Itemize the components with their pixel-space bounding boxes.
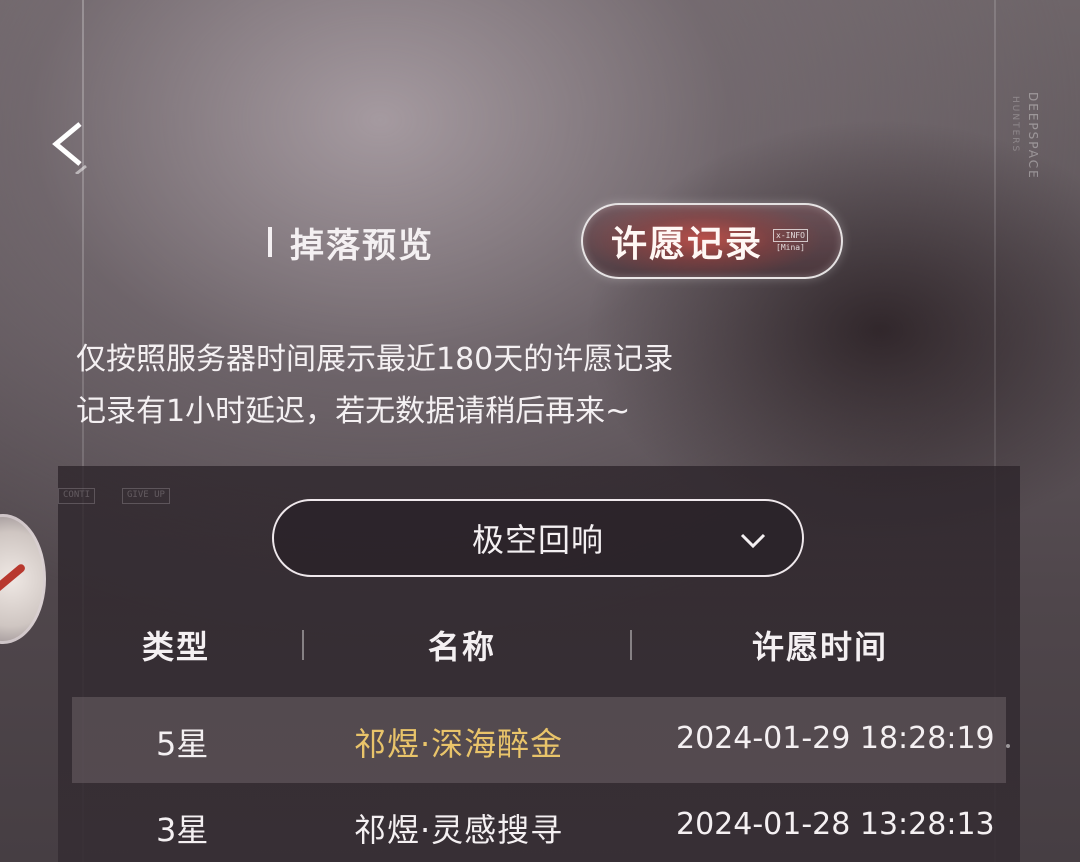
column-divider [630,630,632,660]
back-arrow-icon [52,122,87,176]
brand-name: DEEPSPACE [1026,92,1040,180]
row-name: 祁煜·深海醉金 [354,725,564,763]
row-time: 2024-01-29 18:28:19 [676,721,995,756]
tab-drop-preview[interactable]: 掉落预览 [268,220,434,266]
scroll-dot [1006,744,1010,748]
table-row: 3星 祁煜·灵感搜寻 2024-01-28 13:28:13 [72,783,1006,862]
row-type: 3星 [156,811,209,849]
row-name: 祁煜·灵感搜寻 [354,811,564,849]
tab-wish-record[interactable]: 许愿记录 x-INFO [Mina] [581,203,843,279]
tab-bar: 掉落预览 许愿记录 x-INFO [Mina] [0,200,1080,282]
pool-select[interactable]: 极空回响 [272,499,804,577]
brand-sub: HUNTERS [1010,96,1020,154]
notice-text: 仅按照服务器时间展示最近180天的许愿记录 记录有1小时延迟，若无数据请稍后再来… [76,334,936,438]
record-list: 5星 祁煜·深海醉金 2024-01-29 18:28:19 3星 祁煜·灵感搜… [72,697,1006,862]
notice-line-1: 仅按照服务器时间展示最近180天的许愿记录 [76,342,674,377]
tab-tag-line1: x-INFO [773,229,808,242]
row-time: 2024-01-28 13:28:13 [676,807,995,842]
clock-decoration [0,514,46,644]
tab-label: 许愿记录 [611,223,764,265]
tab-marker [268,227,272,257]
background-chip: GIVE UP [122,488,170,504]
brand-watermark: DEEPSPACE [1026,92,1040,180]
table-header: 类型 名称 许愿时间 [58,612,1020,678]
column-header-time: 许愿时间 [752,628,889,666]
tab-label: 掉落预览 [290,225,434,266]
tab-info-tag: x-INFO [Mina] [773,229,808,253]
pool-select-value: 极空回响 [471,521,604,559]
clock-hand [0,562,27,608]
background-chip: CONTI [58,488,96,504]
chevron-down-icon [740,533,766,549]
tab-tag-line2: [Mina] [776,243,805,252]
row-type: 5星 [156,725,209,763]
notice-line-2: 记录有1小时延迟，若无数据请稍后再来~ [76,394,631,429]
column-header-type: 类型 [142,628,211,666]
brand-sub-watermark: HUNTERS [1008,96,1022,153]
table-row: 5星 祁煜·深海醉金 2024-01-29 18:28:19 [72,697,1006,783]
back-button[interactable] [46,118,94,176]
background-document: CONTI GIVE UP [58,484,278,594]
column-divider [302,630,304,660]
column-header-name: 名称 [428,628,497,666]
